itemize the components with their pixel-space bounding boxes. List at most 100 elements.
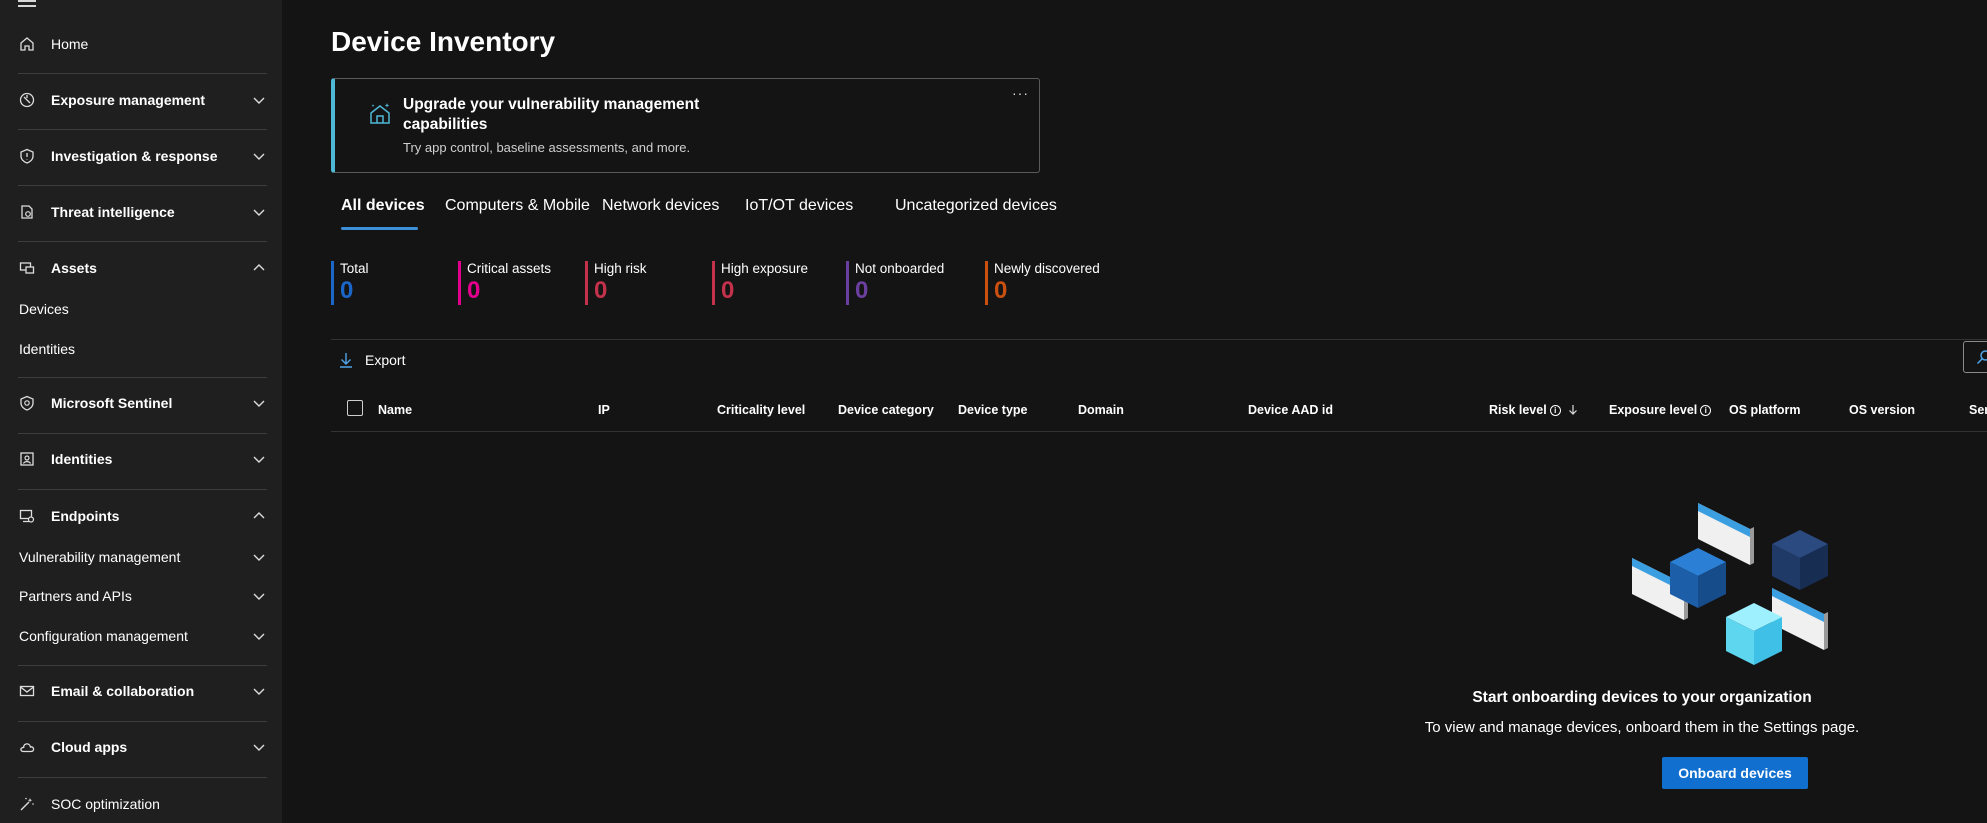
nav-exposure-management[interactable]: Exposure management: [0, 80, 282, 120]
stat-total[interactable]: Total 0: [331, 261, 369, 306]
stat-value: 0: [721, 277, 735, 304]
promo-title: Upgrade your vulnerability management ca…: [403, 96, 700, 133]
column-device-type[interactable]: Device type: [958, 403, 1027, 417]
threat-intelligence-icon: [18, 203, 36, 221]
nav-divider: [18, 489, 267, 490]
nav-devices-label: Devices: [19, 301, 69, 317]
nav-configuration-management-label: Configuration management: [19, 628, 188, 644]
chevron-up-icon: [253, 512, 265, 519]
nav-threat-intelligence[interactable]: Threat intelligence: [0, 192, 282, 232]
nav-microsoft-sentinel-label: Microsoft Sentinel: [51, 395, 173, 411]
chevron-down-icon: [253, 209, 265, 216]
nav-email-collaboration[interactable]: Email & collaboration: [0, 671, 282, 711]
column-os-platform[interactable]: OS platform: [1729, 403, 1801, 417]
column-domain[interactable]: Domain: [1078, 403, 1124, 417]
tab-computers-mobile[interactable]: Computers & Mobile: [445, 197, 590, 215]
nav-divider: [18, 665, 267, 666]
sort-descending-icon: [1569, 405, 1578, 415]
nav-identities[interactable]: Identities: [0, 439, 282, 479]
nav-cloud-apps-label: Cloud apps: [51, 739, 128, 755]
chevron-up-icon: [253, 264, 265, 271]
onboard-devices-button[interactable]: Onboard devices: [1662, 757, 1808, 789]
nav-partners-apis[interactable]: Partners and APIs: [0, 579, 282, 613]
stat-not-onboarded[interactable]: Not onboarded 0: [846, 261, 944, 306]
nav-assets-label: Assets: [51, 260, 97, 276]
stat-color-bar: [846, 261, 849, 305]
column-criticality-level[interactable]: Criticality level: [717, 403, 805, 417]
stat-label: Newly discovered: [994, 261, 1100, 276]
identities-icon: [18, 450, 36, 468]
search-button[interactable]: [1963, 341, 1987, 373]
nav-vulnerability-management-label: Vulnerability management: [19, 549, 181, 565]
nav-microsoft-sentinel[interactable]: Microsoft Sentinel: [0, 383, 282, 423]
nav-soc-optimization[interactable]: SOC optimization: [0, 784, 282, 823]
search-icon: [1976, 350, 1987, 365]
nav-assets[interactable]: Assets: [0, 248, 282, 288]
column-device-category[interactable]: Device category: [838, 403, 934, 417]
left-navigation: Home Exposure management Investigation &…: [0, 0, 282, 823]
stat-value: 0: [994, 277, 1008, 304]
nav-divider: [18, 73, 267, 74]
nav-endpoints[interactable]: Endpoints: [0, 496, 282, 536]
toolbar-divider: [331, 339, 1987, 340]
stat-value: 0: [467, 277, 481, 304]
column-risk-level[interactable]: Risk level i: [1489, 403, 1578, 417]
nav-configuration-management[interactable]: Configuration management: [0, 619, 282, 653]
column-risk-level-label: Risk level: [1489, 403, 1547, 417]
info-icon[interactable]: i: [1700, 405, 1712, 416]
column-ip[interactable]: IP: [598, 403, 610, 417]
stat-label: High exposure: [721, 261, 809, 276]
chevron-down-icon: [253, 688, 265, 695]
stat-color-bar: [985, 261, 988, 305]
tab-iot-ot-devices[interactable]: IoT/OT devices: [745, 197, 853, 215]
chevron-down-icon: [253, 153, 265, 160]
stat-high-risk[interactable]: High risk 0: [585, 261, 647, 306]
active-tab-indicator: [341, 227, 418, 230]
nav-divider: [18, 721, 267, 722]
cloud-icon: [18, 738, 36, 756]
nav-divider: [18, 777, 267, 778]
nav-home-label: Home: [51, 36, 89, 52]
tab-network-devices[interactable]: Network devices: [602, 197, 719, 215]
nav-exposure-management-label: Exposure management: [51, 92, 206, 108]
stat-critical-assets[interactable]: Critical assets 0: [458, 261, 551, 306]
column-device-aad-id[interactable]: Device AAD id: [1248, 403, 1333, 417]
more-options-icon[interactable]: ···: [1012, 85, 1029, 101]
upgrade-promo-card[interactable]: Upgrade your vulnerability management ca…: [331, 78, 1040, 173]
info-icon[interactable]: i: [1549, 405, 1561, 416]
assets-icon: [18, 259, 36, 277]
nav-vulnerability-management[interactable]: Vulnerability management: [0, 540, 282, 574]
nav-cloud-apps[interactable]: Cloud apps: [0, 727, 282, 767]
stat-color-bar: [458, 261, 461, 305]
shield-icon: [18, 147, 36, 165]
nav-divider: [18, 377, 267, 378]
select-all-checkbox[interactable]: [347, 400, 363, 416]
nav-endpoints-label: Endpoints: [51, 508, 120, 524]
stat-color-bar: [712, 261, 715, 305]
column-exposure-level[interactable]: Exposure level i: [1609, 403, 1712, 417]
sentinel-icon: [18, 394, 36, 412]
home-icon: [18, 35, 36, 53]
main-content: Device Inventory Upgrade your vulnerabil…: [282, 0, 1987, 823]
stat-color-bar: [585, 261, 588, 305]
tab-uncategorized-devices[interactable]: Uncategorized devices: [895, 197, 1057, 215]
upgrade-house-icon: [370, 103, 390, 124]
nav-investigation-response-label: Investigation & response: [51, 148, 218, 164]
nav-identities-sub-label: Identities: [19, 341, 76, 357]
column-os-version[interactable]: OS version: [1849, 403, 1915, 417]
stat-newly-discovered[interactable]: Newly discovered 0: [985, 261, 1100, 306]
stat-high-exposure[interactable]: High exposure 0: [712, 261, 808, 306]
export-button[interactable]: Export: [339, 352, 405, 368]
exposure-icon: [18, 91, 36, 109]
nav-investigation-response[interactable]: Investigation & response: [0, 136, 282, 176]
nav-identities-sub[interactable]: Identities: [0, 332, 282, 366]
tab-all-devices[interactable]: All devices: [341, 197, 425, 215]
column-name[interactable]: Name: [378, 403, 412, 417]
nav-home[interactable]: Home: [0, 24, 282, 64]
hamburger-menu-icon[interactable]: [18, 0, 36, 10]
chevron-down-icon: [253, 97, 265, 104]
page-title: Device Inventory: [331, 26, 556, 57]
nav-devices[interactable]: Devices: [0, 292, 282, 326]
column-truncated[interactable]: Ser: [1969, 403, 1987, 417]
download-icon: [340, 353, 352, 368]
